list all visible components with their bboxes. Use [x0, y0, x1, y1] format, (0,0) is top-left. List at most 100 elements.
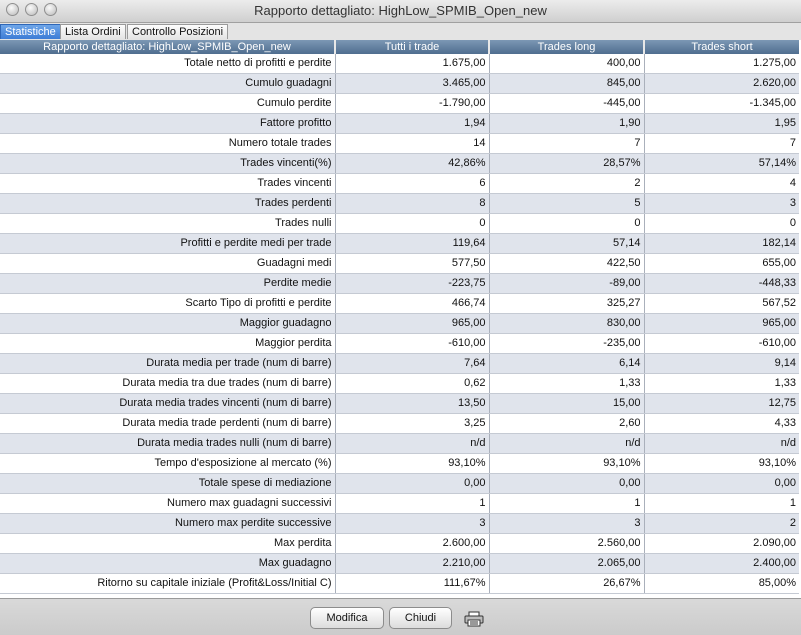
table-row[interactable]: Cumulo guadagni 3.465,00 845,00 2.620,00: [0, 73, 799, 94]
chiudi-button[interactable]: Chiudi: [389, 607, 452, 629]
all-trades-cell: -1.790,00: [335, 93, 490, 114]
long-trades-cell: 7: [489, 133, 645, 154]
short-trades-cell: -610,00: [644, 333, 799, 354]
long-trades-cell: 400,00: [489, 54, 645, 74]
metric-label-cell: Durata media trades nulli (num di barre): [0, 433, 336, 454]
short-trades-cell: 965,00: [644, 313, 799, 334]
printer-icon[interactable]: [464, 611, 484, 627]
tab-lista-ordini[interactable]: Lista Ordini: [60, 24, 126, 39]
short-trades-cell: 2.620,00: [644, 73, 799, 94]
long-trades-cell: 830,00: [489, 313, 645, 334]
all-trades-cell: 7,64: [335, 353, 490, 374]
all-trades-cell: 6: [335, 173, 490, 194]
table-row[interactable]: Durata media trade perdenti (num di barr…: [0, 413, 799, 434]
metric-label-cell: Numero totale trades: [0, 133, 336, 154]
short-trades-cell: n/d: [644, 433, 799, 454]
short-trades-cell: 2.400,00: [644, 553, 799, 574]
metric-label-cell: Durata media trade perdenti (num di barr…: [0, 413, 336, 434]
table-row[interactable]: Numero totale trades 14 7 7: [0, 133, 799, 154]
metric-label-cell: Tempo d'esposizione al mercato (%): [0, 453, 336, 474]
tab-bar: Statistiche Lista Ordini Controllo Posiz…: [0, 23, 801, 41]
column-header-all-trades[interactable]: Tutti i trade: [335, 40, 490, 54]
short-trades-cell: 1: [644, 493, 799, 514]
all-trades-cell: 111,67%: [335, 573, 490, 594]
table-row[interactable]: Trades nulli 0 0 0: [0, 213, 799, 234]
all-trades-cell: 8: [335, 193, 490, 214]
long-trades-cell: 845,00: [489, 73, 645, 94]
short-trades-cell: 655,00: [644, 253, 799, 274]
header-row: Rapporto dettagliato: HighLow_SPMIB_Open…: [0, 40, 799, 54]
short-trades-cell: 7: [644, 133, 799, 154]
long-trades-cell: 1,90: [489, 113, 645, 134]
short-trades-cell: 4: [644, 173, 799, 194]
all-trades-cell: 577,50: [335, 253, 490, 274]
table-row[interactable]: Trades vincenti(%) 42,86% 28,57% 57,14%: [0, 153, 799, 174]
all-trades-cell: -223,75: [335, 273, 490, 294]
table-row[interactable]: Max perdita 2.600,00 2.560,00 2.090,00: [0, 533, 799, 554]
long-trades-cell: 0: [489, 213, 645, 234]
all-trades-cell: 0,00: [335, 473, 490, 494]
all-trades-cell: 3.465,00: [335, 73, 490, 94]
short-trades-cell: 93,10%: [644, 453, 799, 474]
table-row[interactable]: Durata media trades vincenti (num di bar…: [0, 393, 799, 414]
table-row[interactable]: Durata media per trade (num di barre) 7,6…: [0, 353, 799, 374]
table-row[interactable]: Guadagni medi 577,50 422,50 655,00: [0, 253, 799, 274]
table-row[interactable]: Maggior guadagno 965,00 830,00 965,00: [0, 313, 799, 334]
table-row[interactable]: Ritorno su capitale iniziale (Profit&Los…: [0, 573, 799, 594]
report-table-body: Totale netto di profitti e perdite 1.675,…: [0, 54, 799, 594]
tab-controllo-posizioni[interactable]: Controllo Posizioni: [127, 24, 229, 39]
metric-label-cell: Guadagni medi: [0, 253, 336, 274]
metric-label-cell: Numero max perdite successive: [0, 513, 336, 534]
all-trades-cell: 1: [335, 493, 490, 514]
column-header-metric[interactable]: Rapporto dettagliato: HighLow_SPMIB_Open…: [0, 40, 336, 54]
metric-label-cell: Trades nulli: [0, 213, 336, 234]
long-trades-cell: 28,57%: [489, 153, 645, 174]
long-trades-cell: 1,33: [489, 373, 645, 394]
table-row[interactable]: Durata media trades nulli (num di barre)…: [0, 433, 799, 454]
long-trades-cell: -445,00: [489, 93, 645, 114]
table-row[interactable]: Tempo d'esposizione al mercato (%) 93,10%…: [0, 453, 799, 474]
metric-label-cell: Fattore profitto: [0, 113, 336, 134]
long-trades-cell: 26,67%: [489, 573, 645, 594]
short-trades-cell: 1,33: [644, 373, 799, 394]
long-trades-cell: 0,00: [489, 473, 645, 494]
table-row[interactable]: Perdite medie -223,75 -89,00 -448,33: [0, 273, 799, 294]
long-trades-cell: 2.065,00: [489, 553, 645, 574]
table-row[interactable]: Max guadagno 2.210,00 2.065,00 2.400,00: [0, 553, 799, 574]
metric-label-cell: Ritorno su capitale iniziale (Profit&Los…: [0, 573, 336, 594]
long-trades-cell: 6,14: [489, 353, 645, 374]
long-trades-cell: n/d: [489, 433, 645, 454]
modifica-button[interactable]: Modifica: [310, 607, 384, 629]
table-row[interactable]: Maggior perdita -610,00 -235,00 -610,00: [0, 333, 799, 354]
metric-label-cell: Cumulo perdite: [0, 93, 336, 114]
all-trades-cell: 466,74: [335, 293, 490, 314]
table-row[interactable]: Trades vincenti 6 2 4: [0, 173, 799, 194]
short-trades-cell: -448,33: [644, 273, 799, 294]
long-trades-cell: 422,50: [489, 253, 645, 274]
metric-label-cell: Durata media per trade (num di barre): [0, 353, 336, 374]
table-row[interactable]: Profitti e perdite medi per trade 119,64 5…: [0, 233, 799, 254]
table-row[interactable]: Numero max guadagni successivi 1 1 1: [0, 493, 799, 514]
table-row[interactable]: Durata media tra due trades (num di barr…: [0, 373, 799, 394]
table-row[interactable]: Cumulo perdite -1.790,00 -445,00 -1.345,00: [0, 93, 799, 114]
short-trades-cell: 57,14%: [644, 153, 799, 174]
table-row[interactable]: Totale spese di mediazione 0,00 0,00 0,00: [0, 473, 799, 494]
report-table-container[interactable]: Rapporto dettagliato: HighLow_SPMIB_Open…: [0, 40, 801, 599]
table-row[interactable]: Totale netto di profitti e perdite 1.675,…: [0, 54, 799, 74]
table-row[interactable]: Numero max perdite successive 3 3 2: [0, 513, 799, 534]
all-trades-cell: 119,64: [335, 233, 490, 254]
column-header-long-trades[interactable]: Trades long: [489, 40, 645, 54]
all-trades-cell: 13,50: [335, 393, 490, 414]
metric-label-cell: Durata media trades vincenti (num di bar…: [0, 393, 336, 414]
table-row[interactable]: Trades perdenti 8 5 3: [0, 193, 799, 214]
tab-statistiche[interactable]: Statistiche: [0, 24, 61, 39]
metric-label-cell: Scarto Tipo di profitti e perdite: [0, 293, 336, 314]
long-trades-cell: 57,14: [489, 233, 645, 254]
short-trades-cell: 0,00: [644, 473, 799, 494]
short-trades-cell: 1.275,00: [644, 54, 799, 74]
table-row[interactable]: Scarto Tipo di profitti e perdite 466,74 3…: [0, 293, 799, 314]
short-trades-cell: 182,14: [644, 233, 799, 254]
table-row[interactable]: Fattore profitto 1,94 1,90 1,95: [0, 113, 799, 134]
column-header-short-trades[interactable]: Trades short: [644, 40, 799, 54]
all-trades-cell: 0,62: [335, 373, 490, 394]
